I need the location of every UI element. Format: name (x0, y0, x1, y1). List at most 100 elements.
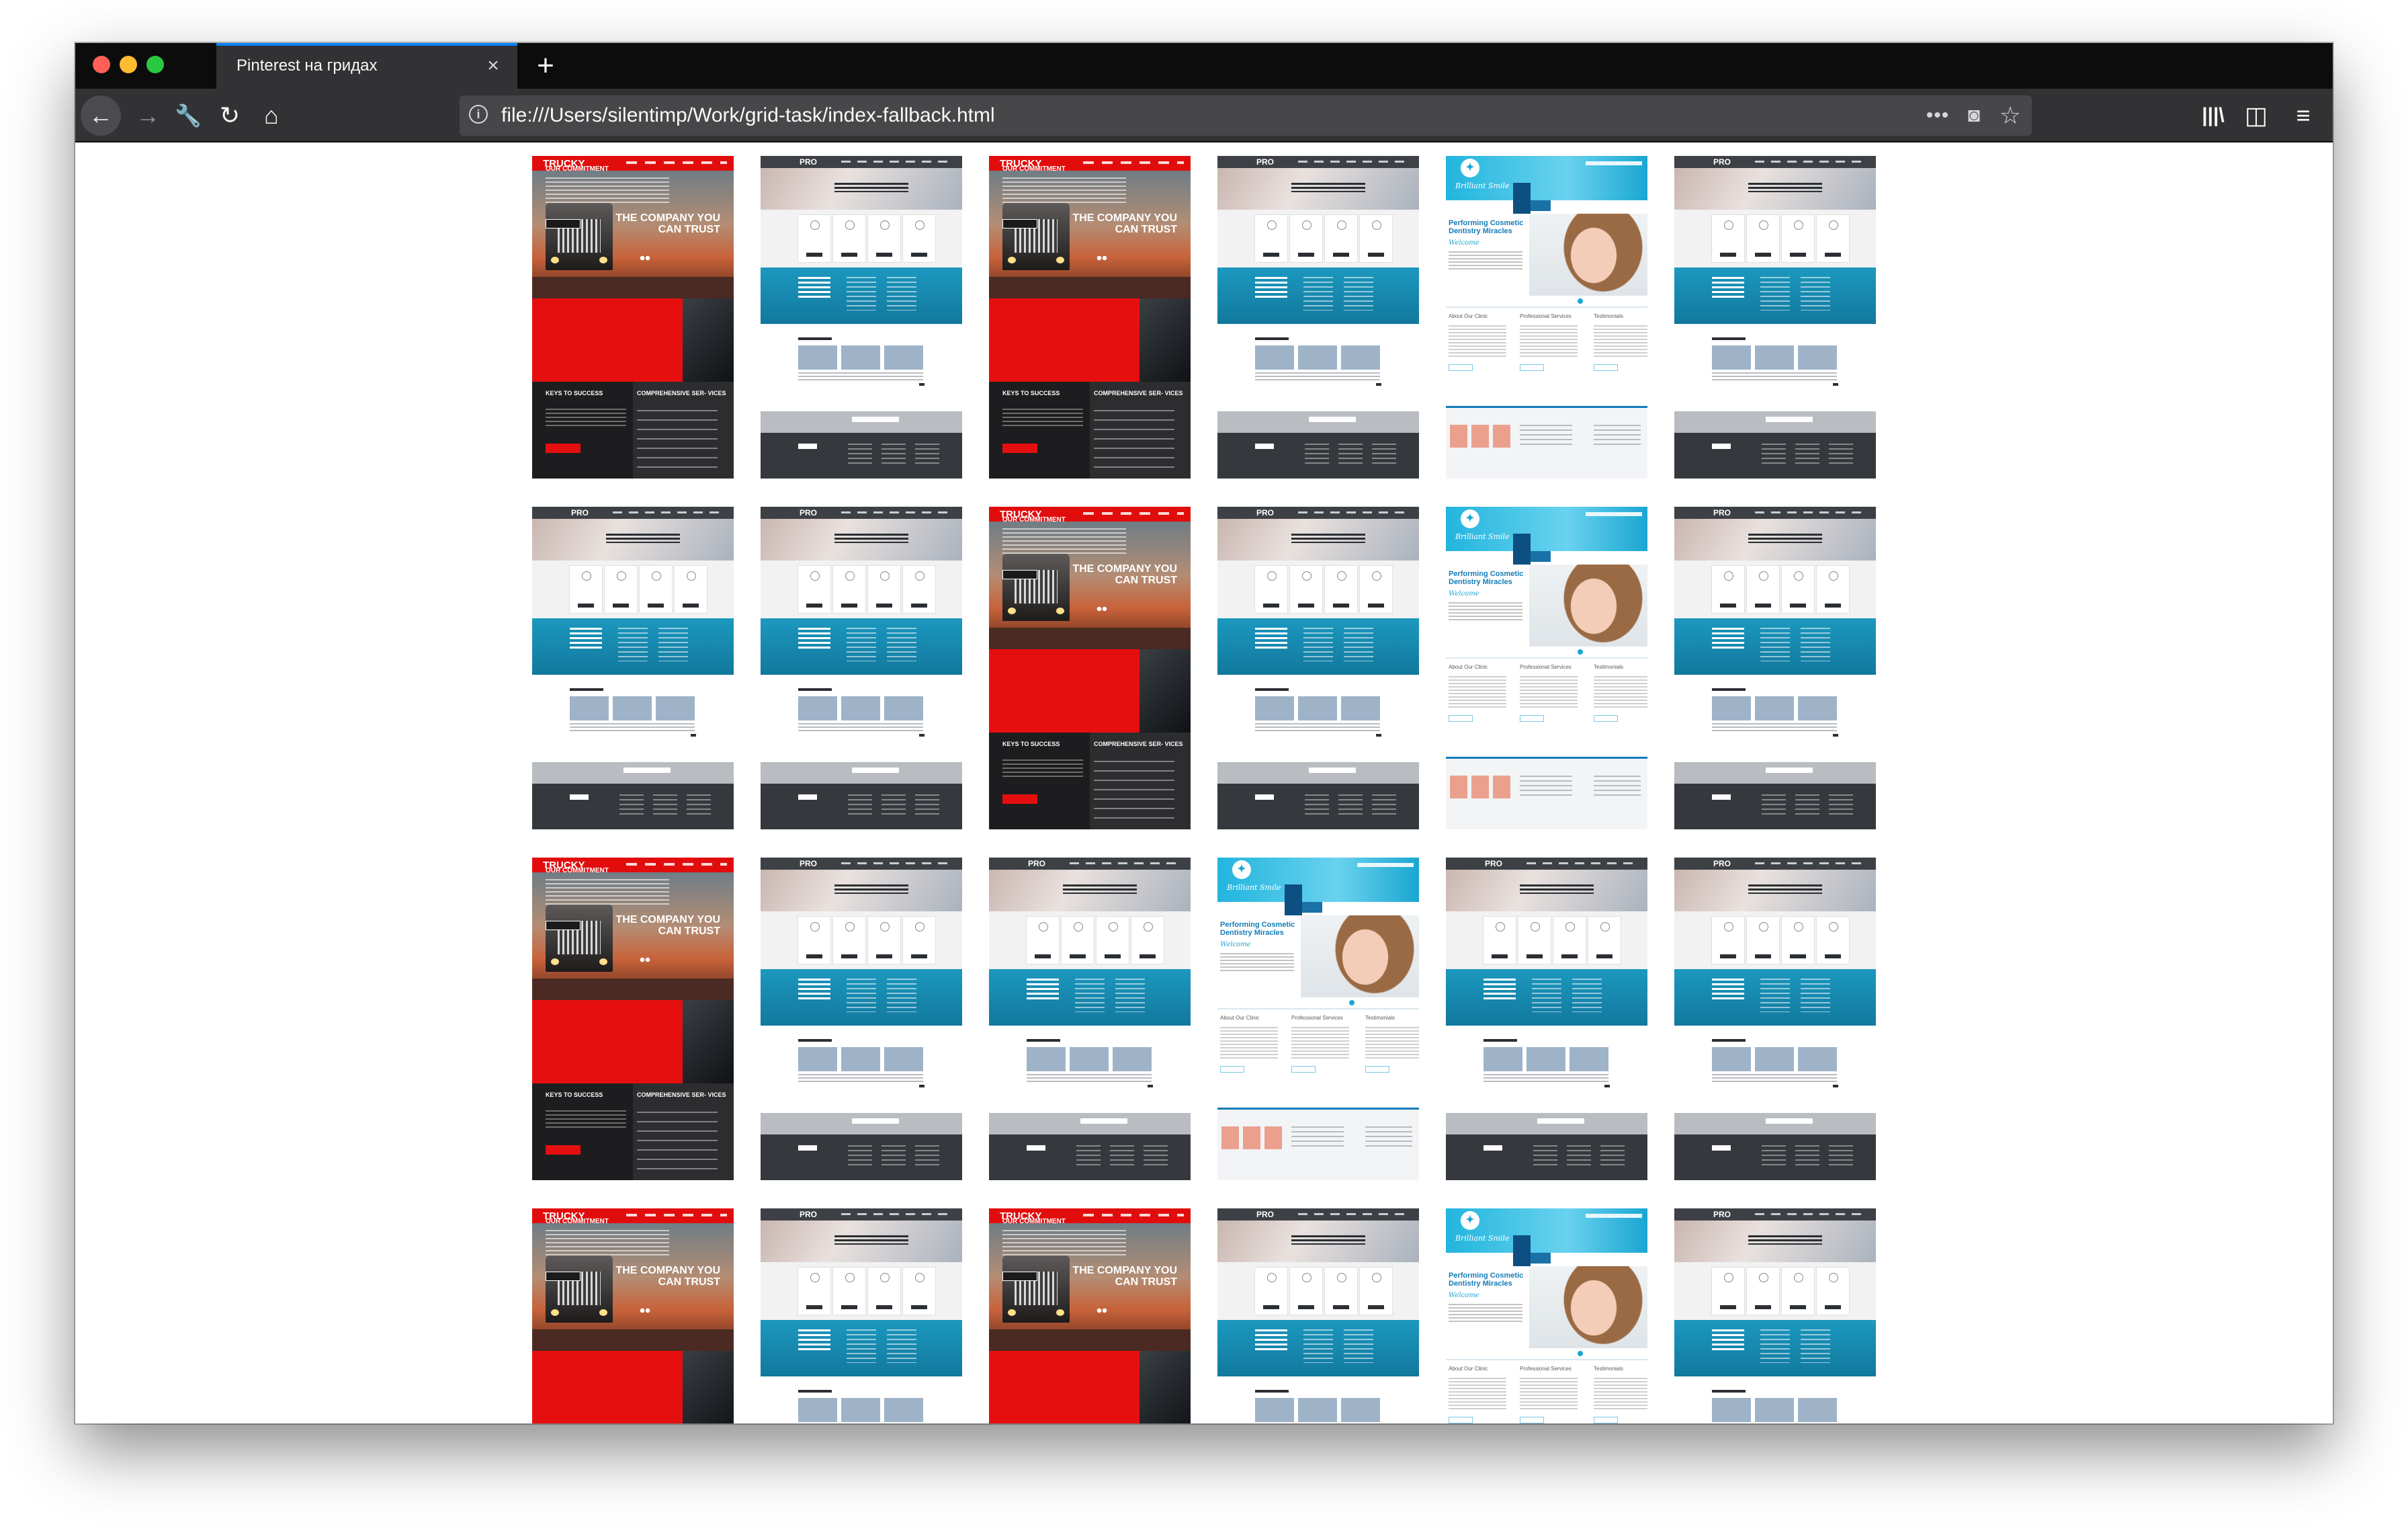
url-text[interactable]: file:///Users/silentimp/Work/grid-task/i… (501, 104, 995, 127)
teeth-gallery (1221, 1126, 1282, 1149)
footer-columns (1762, 1145, 1862, 1165)
feature-card (1782, 566, 1814, 613)
read-more-button (1002, 219, 1037, 229)
contact-strip (1217, 762, 1419, 784)
card-title: Performing Cosmetic Dentistry Miracles (1449, 219, 1524, 235)
hero-text (1748, 1235, 1822, 1245)
feature-card (903, 566, 935, 613)
band-title (798, 277, 830, 300)
pro-template-card[interactable]: PRO (761, 507, 962, 829)
tips-text (798, 723, 923, 733)
services-list (1094, 410, 1174, 474)
pro-template-card[interactable]: PRO (761, 858, 962, 1180)
footer-logo (1255, 444, 1274, 449)
call-info (1586, 1214, 1642, 1218)
card-nav-links (626, 863, 727, 866)
hero-text (834, 884, 908, 894)
tips-text (798, 372, 923, 382)
pro-template-card[interactable]: PRO (761, 156, 962, 479)
plus-icon[interactable]: + (527, 47, 564, 85)
column-heading: About Our Clinic (1449, 1366, 1488, 1372)
trucky-template-card[interactable]: TRUCKY THE COMPANY YOU CAN TRUST OUR COM… (989, 507, 1191, 829)
tips-mark (1604, 1085, 1610, 1087)
browser-window: Pinterest на гридах × + ← → 🔧 ↻ ⌂ i file… (75, 43, 2333, 1423)
dental-template-card[interactable]: ✦ Brilliant Smile Performing Cosmetic De… (1446, 1208, 1647, 1423)
tab-pinterest-grids[interactable]: Pinterest на гридах × (216, 43, 517, 89)
tips-thumbnails (1712, 1398, 1837, 1422)
column-heading: Professional Services (1291, 1015, 1343, 1021)
pro-template-card[interactable]: PRO (761, 1208, 962, 1423)
card-title: Performing Cosmetic Dentistry Miracles (1220, 921, 1295, 937)
footer-columns (619, 794, 720, 815)
keys-text (546, 409, 626, 429)
zoom-window-button[interactable] (146, 56, 164, 73)
trucky-template-card[interactable]: TRUCKY THE COMPANY YOU CAN TRUST OUR COM… (532, 858, 734, 1180)
card-nav-links (1526, 862, 1634, 864)
band-columns (847, 628, 927, 661)
slider-dot (1578, 1351, 1583, 1356)
pro-template-card[interactable]: PRO (989, 858, 1191, 1180)
home-icon[interactable]: ⌂ (251, 95, 292, 136)
divider (1446, 1359, 1647, 1360)
welcome-heading: Welcome (1449, 590, 1479, 597)
arrow-right-icon[interactable]: → (128, 95, 168, 136)
minimize-window-button[interactable] (120, 56, 137, 73)
info-icon[interactable]: i (469, 105, 488, 124)
url-bar[interactable]: i file:///Users/silentimp/Work/grid-task… (460, 95, 2032, 136)
column-text (1449, 325, 1506, 359)
card-road (989, 628, 1191, 649)
tips-thumbnails (1484, 1047, 1608, 1071)
card-nav-links (1298, 511, 1406, 513)
column-text (1594, 325, 1647, 359)
sidebar-icon[interactable]: ◫ (2236, 95, 2276, 136)
card-logo: PRO (800, 1210, 818, 1219)
slider-dots (640, 957, 650, 962)
pro-template-card[interactable]: PRO (1674, 858, 1876, 1180)
dental-template-card[interactable]: ✦ Brilliant Smile Performing Cosmetic De… (1446, 156, 1647, 479)
pro-template-card[interactable]: PRO (1674, 1208, 1876, 1423)
feature-card (833, 917, 865, 964)
commitment-title: OUR COMMITMENT (1002, 165, 1066, 173)
feature-card (1712, 215, 1744, 262)
wrench-icon[interactable]: 🔧 (168, 95, 208, 136)
pro-template-card[interactable]: PRO (1217, 507, 1419, 829)
pro-template-card[interactable]: PRO (1446, 858, 1647, 1180)
column-heading: Professional Services (1520, 313, 1572, 319)
pro-template-card[interactable]: PRO (1217, 156, 1419, 479)
pocket-icon[interactable]: ◙ (1959, 101, 1989, 130)
tips-title (798, 688, 832, 691)
feature-card (833, 1268, 865, 1315)
phone-number (852, 768, 899, 773)
band-title (798, 979, 830, 1001)
pro-template-card[interactable]: PRO (1217, 1208, 1419, 1423)
card-logo: PRO (1028, 859, 1046, 868)
trucky-template-card[interactable]: TRUCKY THE COMPANY YOU CAN TRUST OUR COM… (989, 1208, 1191, 1423)
close-icon[interactable]: × (481, 54, 505, 78)
arrow-left-icon[interactable]: ← (81, 95, 121, 136)
trucky-template-card[interactable]: TRUCKY THE COMPANY YOU CAN TRUST OUR COM… (989, 156, 1191, 479)
star-icon[interactable]: ☆ (1995, 101, 2025, 130)
commitment-text (546, 879, 669, 906)
close-window-button[interactable] (93, 56, 110, 73)
tips-title (798, 1390, 832, 1393)
band-columns (1303, 628, 1384, 661)
dental-template-card[interactable]: ✦ Brilliant Smile Performing Cosmetic De… (1217, 858, 1419, 1180)
trucky-template-card[interactable]: TRUCKY THE COMPANY YOU CAN TRUST OUR COM… (532, 156, 734, 479)
dental-template-card[interactable]: ✦ Brilliant Smile Performing Cosmetic De… (1446, 507, 1647, 829)
more-button (1520, 364, 1544, 371)
feature-card (1360, 566, 1392, 613)
divider (1217, 1008, 1419, 1009)
hamburger-menu-icon[interactable]: ≡ (2283, 95, 2323, 136)
card-road (532, 979, 734, 1000)
library-icon[interactable]: |||\ (2193, 95, 2233, 136)
more-icon[interactable]: ••• (1923, 101, 1952, 130)
band-columns (1303, 277, 1384, 311)
pro-template-card[interactable]: PRO (532, 507, 734, 829)
pro-template-card[interactable]: PRO (1674, 507, 1876, 829)
reload-icon[interactable]: ↻ (210, 95, 250, 136)
footer-logo (1712, 444, 1731, 449)
feature-card (798, 1268, 830, 1315)
pro-template-card[interactable]: PRO (1674, 156, 1876, 479)
trucky-template-card[interactable]: TRUCKY THE COMPANY YOU CAN TRUST OUR COM… (532, 1208, 734, 1423)
card-logo: PRO (1713, 1210, 1731, 1219)
